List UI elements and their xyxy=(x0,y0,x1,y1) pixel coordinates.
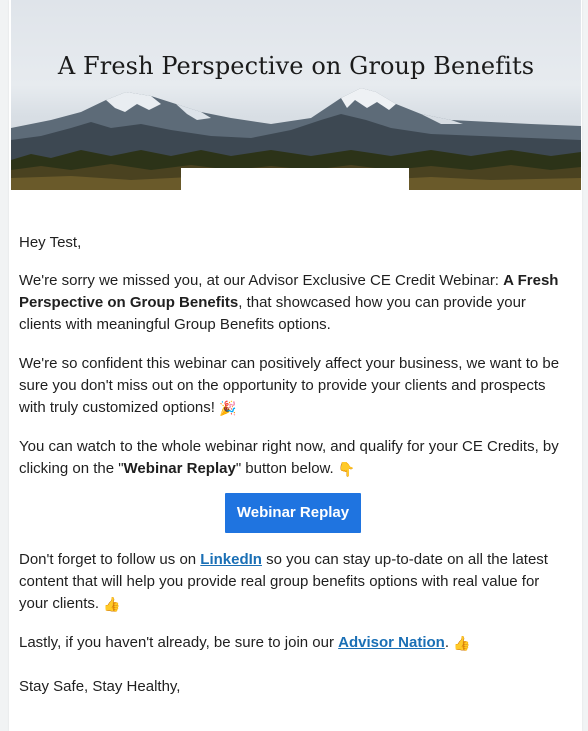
hero-banner: A Fresh Perspective on Group Benefits xyxy=(11,0,581,190)
email-page: A Fresh Perspective on Group Benefits He… xyxy=(0,0,588,731)
paragraph-linkedin: Don't forget to follow us on LinkedIn so… xyxy=(19,549,567,615)
paragraph-text: We're so confident this webinar can posi… xyxy=(19,355,560,416)
paragraph-confidence: We're so confident this webinar can posi… xyxy=(19,353,567,419)
email-body: Hey Test, We're sorry we missed you, at … xyxy=(19,232,567,715)
webinar-replay-button[interactable]: Webinar Replay xyxy=(225,493,361,533)
paragraph-watch: You can watch to the whole webinar right… xyxy=(19,436,567,480)
signoff: Stay Safe, Stay Healthy, xyxy=(19,678,181,695)
thumbs-up-icon: 👍 xyxy=(453,635,471,651)
email-card: A Fresh Perspective on Group Benefits He… xyxy=(9,0,582,731)
hero-title: A Fresh Perspective on Group Benefits xyxy=(57,52,535,80)
pointing-down-icon: 👇 xyxy=(337,461,356,477)
greeting: Hey Test, xyxy=(19,234,82,251)
paragraph-text: We're sorry we missed you, at our Adviso… xyxy=(19,272,504,289)
mountain-landscape-image xyxy=(11,88,581,190)
paragraph-text: " button below. xyxy=(235,460,338,477)
advisor-nation-link[interactable]: Advisor Nation xyxy=(338,634,445,651)
paragraph-missed-webinar: We're sorry we missed you, at our Adviso… xyxy=(19,270,567,336)
paragraph-text: Don't forget to follow us on xyxy=(19,551,201,568)
thumbs-up-icon: 👍 xyxy=(103,596,121,612)
paragraph-advisor-nation: Lastly, if you haven't already, be sure … xyxy=(19,632,567,654)
paragraph-text: . xyxy=(444,634,454,651)
linkedin-link[interactable]: LinkedIn xyxy=(200,551,262,568)
button-container: Webinar Replay xyxy=(19,493,567,533)
paragraph-text: Lastly, if you haven't already, be sure … xyxy=(19,634,339,651)
party-popper-icon: 🎉 xyxy=(219,400,237,416)
webinar-replay-bold: Webinar Replay xyxy=(123,460,236,477)
hero-logo-tab xyxy=(181,168,409,190)
